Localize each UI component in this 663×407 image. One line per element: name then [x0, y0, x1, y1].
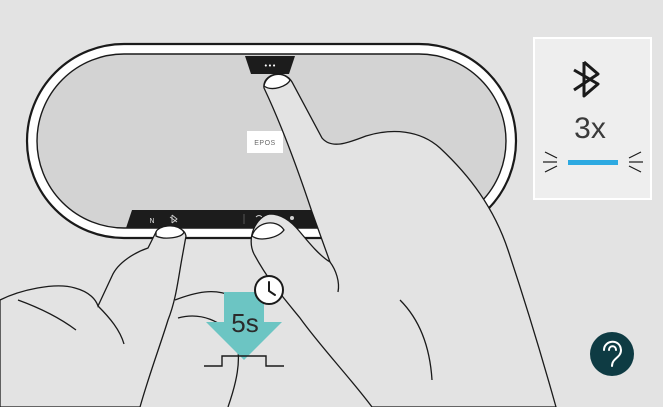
- microsoft-teams-button-icon[interactable]: [290, 216, 294, 220]
- hold-instruction: 5s: [204, 275, 284, 367]
- hold-duration-label: 5s: [231, 308, 258, 338]
- brand-logo: EPOS: [254, 140, 275, 147]
- bottom-control-bar: N: [126, 210, 336, 228]
- svg-text:N: N: [149, 217, 154, 225]
- clock-icon: [254, 275, 284, 305]
- left-hand-illustration: [0, 225, 240, 407]
- mute-mic-icon[interactable]: N: [149, 217, 154, 225]
- illustration-stage: EPOS ••• N 5s 3x: [0, 0, 663, 407]
- top-control-panel: •••: [245, 56, 295, 74]
- help-button[interactable]: [590, 332, 634, 376]
- led-indicator-panel: 3x: [533, 37, 652, 200]
- blink-count-label: 3x: [574, 112, 606, 145]
- more-options-button[interactable]: •••: [264, 62, 276, 70]
- led-light-bar: [568, 160, 618, 165]
